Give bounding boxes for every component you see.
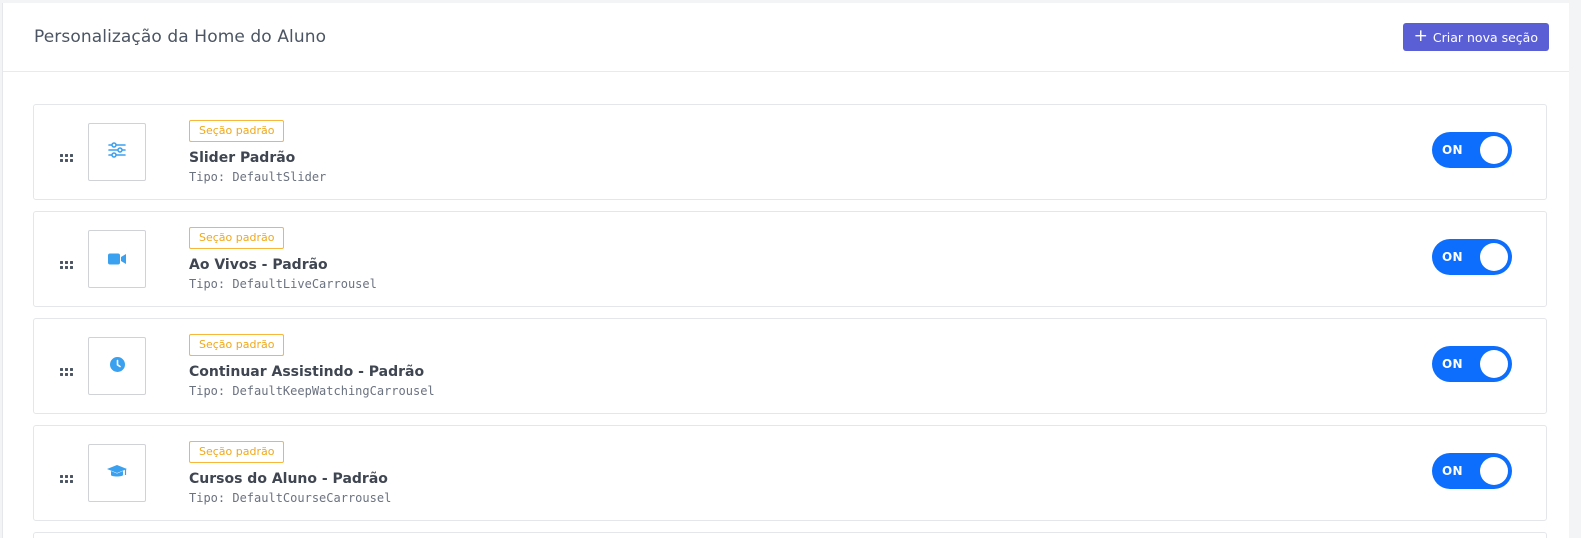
section-enabled-toggle[interactable]: ON (1432, 239, 1512, 275)
section-name: Slider Padrão (189, 150, 296, 166)
section-enabled-toggle[interactable]: ON (1432, 453, 1512, 489)
section-info: Seção padrão Continuar Assistindo - Padr… (189, 333, 435, 398)
drag-handle-icon[interactable] (60, 255, 74, 269)
create-section-button[interactable]: + Criar nova seção (1402, 23, 1549, 51)
default-section-badge: Seção padrão (189, 227, 285, 249)
section-type: Tipo: DefaultKeepWatchingCarrousel (189, 384, 435, 398)
section-info: Seção padrão Ao Vivos - Padrão Tipo: Def… (189, 226, 377, 291)
video-camera-icon (108, 250, 126, 269)
card-header: Personalização da Home do Aluno + Criar … (3, 3, 1569, 72)
toggle-label: ON (1442, 357, 1463, 371)
home-customization-card: Personalização da Home do Aluno + Criar … (2, 3, 1569, 538)
plus-icon: + (1413, 26, 1428, 46)
section-name: Ao Vivos - Padrão (189, 257, 328, 273)
next-section-row-partial (33, 532, 1547, 538)
section-enabled-toggle[interactable]: ON (1432, 346, 1512, 382)
drag-handle-icon[interactable] (60, 148, 74, 162)
section-enabled-toggle[interactable]: ON (1432, 132, 1512, 168)
create-section-label: Criar nova seção (1432, 29, 1538, 45)
section-name: Cursos do Aluno - Padrão (189, 471, 388, 487)
section-row: Seção padrão Continuar Assistindo - Padr… (33, 318, 1547, 414)
toggle-knob (1480, 350, 1508, 378)
section-row: Seção padrão Cursos do Aluno - Padrão Ti… (33, 425, 1547, 521)
section-info: Seção padrão Slider Padrão Tipo: Default… (189, 119, 326, 184)
section-type: Tipo: DefaultCourseCarrousel (189, 491, 392, 505)
sliders-icon (108, 142, 126, 162)
sections-list: Seção padrão Slider Padrão Tipo: Default… (33, 104, 1547, 538)
section-row: Seção padrão Slider Padrão Tipo: Default… (33, 104, 1547, 200)
clock-icon (109, 356, 125, 376)
section-row: Seção padrão Ao Vivos - Padrão Tipo: Def… (33, 211, 1547, 307)
toggle-knob (1480, 136, 1508, 164)
toggle-knob (1480, 457, 1508, 485)
page-title: Personalização da Home do Aluno (34, 27, 327, 47)
toggle-label: ON (1442, 250, 1463, 264)
section-thumbnail (88, 123, 146, 181)
drag-handle-icon[interactable] (60, 469, 74, 483)
default-section-badge: Seção padrão (189, 441, 285, 463)
section-thumbnail (88, 337, 146, 395)
drag-handle-icon[interactable] (60, 362, 74, 376)
default-section-badge: Seção padrão (189, 334, 285, 356)
default-section-badge: Seção padrão (189, 120, 285, 142)
section-type: Tipo: DefaultSlider (189, 170, 327, 184)
toggle-knob (1480, 243, 1508, 271)
section-thumbnail (88, 230, 146, 288)
toggle-label: ON (1442, 464, 1463, 478)
section-thumbnail (88, 444, 146, 502)
graduation-cap-icon (107, 464, 127, 483)
section-type: Tipo: DefaultLiveCarrousel (189, 277, 377, 291)
toggle-label: ON (1442, 143, 1463, 157)
section-name: Continuar Assistindo - Padrão (189, 364, 425, 380)
section-info: Seção padrão Cursos do Aluno - Padrão Ti… (189, 440, 391, 505)
